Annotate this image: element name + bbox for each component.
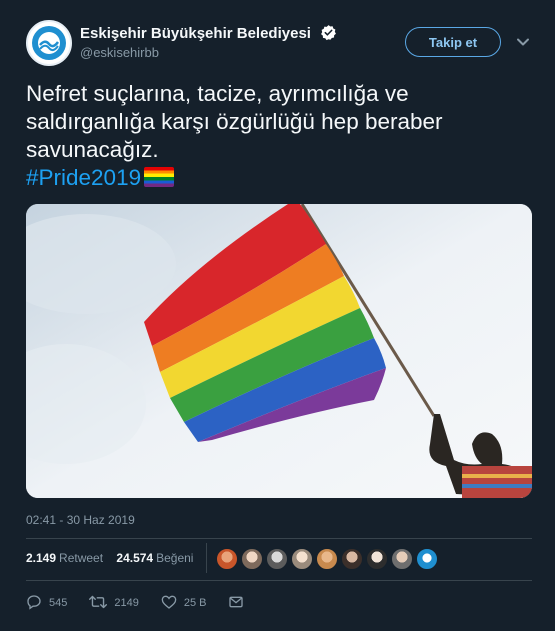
retweet-button[interactable]: 2149 xyxy=(89,594,139,613)
liker-avatar[interactable] xyxy=(366,548,388,570)
tweet-image[interactable] xyxy=(26,204,532,498)
liker-avatar[interactable] xyxy=(416,548,438,570)
retweet-icon xyxy=(89,594,114,613)
stats-divider xyxy=(206,543,207,573)
like-stat-count: 24.574 xyxy=(116,551,154,565)
divider xyxy=(26,538,532,539)
like-count: 25 B xyxy=(183,597,207,609)
tweet-timestamp[interactable]: 02:41 - 30 Haz 2019 xyxy=(26,513,135,527)
tweet-text-line: savunacağız. xyxy=(26,137,159,162)
engagement-stats: 2.149 Retweet 24.574 Beğeni xyxy=(26,551,203,565)
rainbow-flag-emoji xyxy=(144,167,175,187)
liker-avatar[interactable] xyxy=(266,548,288,570)
retweet-stat[interactable]: 2.149 Retweet xyxy=(26,551,103,565)
liker-avatar[interactable] xyxy=(241,548,263,570)
chevron-down-icon[interactable] xyxy=(516,35,530,49)
tweet-text: Nefret suçlarına, tacize, ayrımcılığa ve… xyxy=(26,80,536,192)
tweet-card: Eskişehir Büyükşehir Belediyesi @eskiseh… xyxy=(0,0,555,631)
author-name[interactable]: Eskişehir Büyükşehir Belediyesi xyxy=(80,25,311,42)
reply-button[interactable]: 545 xyxy=(26,594,67,613)
like-stat-label: Beğeni xyxy=(156,551,194,565)
liker-avatar[interactable] xyxy=(216,548,238,570)
heart-icon xyxy=(161,594,184,613)
avatar[interactable] xyxy=(26,20,72,66)
tweet-actions: 545 2149 25 B xyxy=(26,593,273,613)
follow-button[interactable]: Takip et xyxy=(405,27,501,57)
divider xyxy=(26,580,532,581)
retweet-stat-label: Retweet xyxy=(59,551,104,565)
like-stat[interactable]: 24.574 Beğeni xyxy=(116,551,193,565)
tweet-text-line: saldırganlığa karşı özgürlüğü hep berabe… xyxy=(26,109,443,134)
reply-icon xyxy=(26,594,49,613)
like-button[interactable]: 25 B xyxy=(161,594,207,613)
retweet-stat-count: 2.149 xyxy=(26,551,57,565)
reply-count: 545 xyxy=(49,597,68,609)
direct-message-button[interactable] xyxy=(228,594,251,613)
retweet-count: 2149 xyxy=(114,597,139,609)
liker-avatar[interactable] xyxy=(341,548,363,570)
author-name-row[interactable]: Eskişehir Büyükşehir Belediyesi xyxy=(80,24,337,42)
liker-avatar[interactable] xyxy=(316,548,338,570)
liker-avatar[interactable] xyxy=(291,548,313,570)
hashtag-link[interactable]: #Pride2019 xyxy=(26,165,141,190)
message-icon xyxy=(228,594,251,613)
tweet-text-line: Nefret suçlarına, tacize, ayrımcılığa ve xyxy=(26,81,409,106)
rainbow-flag-photo xyxy=(26,204,532,498)
author-handle[interactable]: @eskisehirbb xyxy=(80,45,159,60)
liker-avatars xyxy=(216,548,441,570)
verified-badge-icon xyxy=(320,24,337,41)
liker-avatar[interactable] xyxy=(391,548,413,570)
